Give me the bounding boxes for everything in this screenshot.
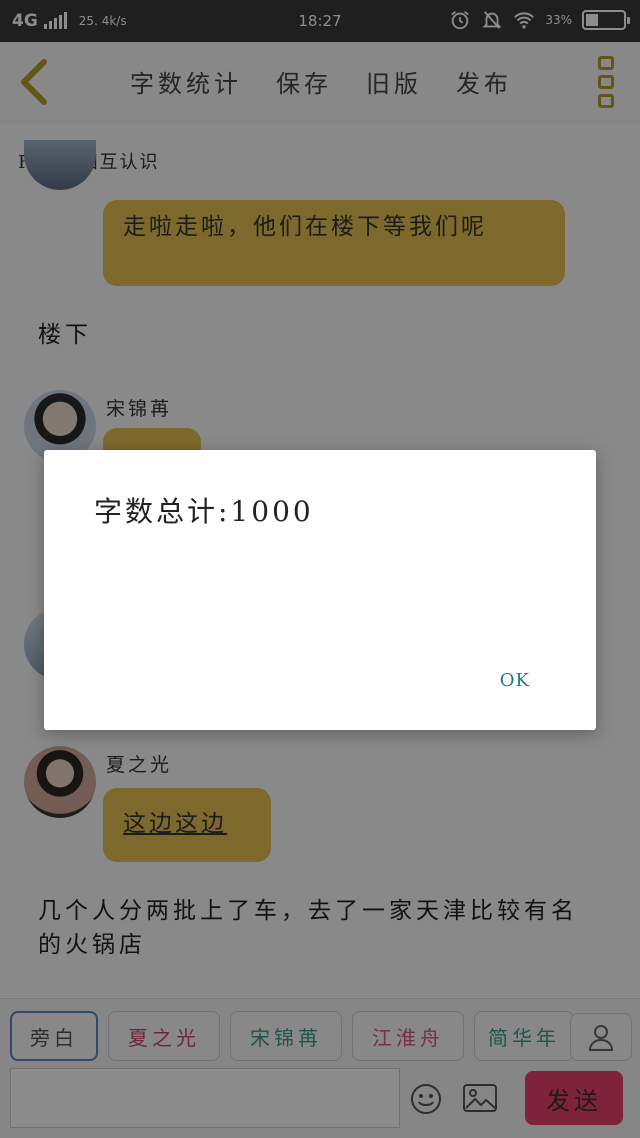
word-count-dialog: 字数总计:1000 OK (44, 450, 596, 730)
dialog-message: 字数总计:1000 (94, 495, 314, 528)
ok-button[interactable]: OK (500, 670, 530, 691)
